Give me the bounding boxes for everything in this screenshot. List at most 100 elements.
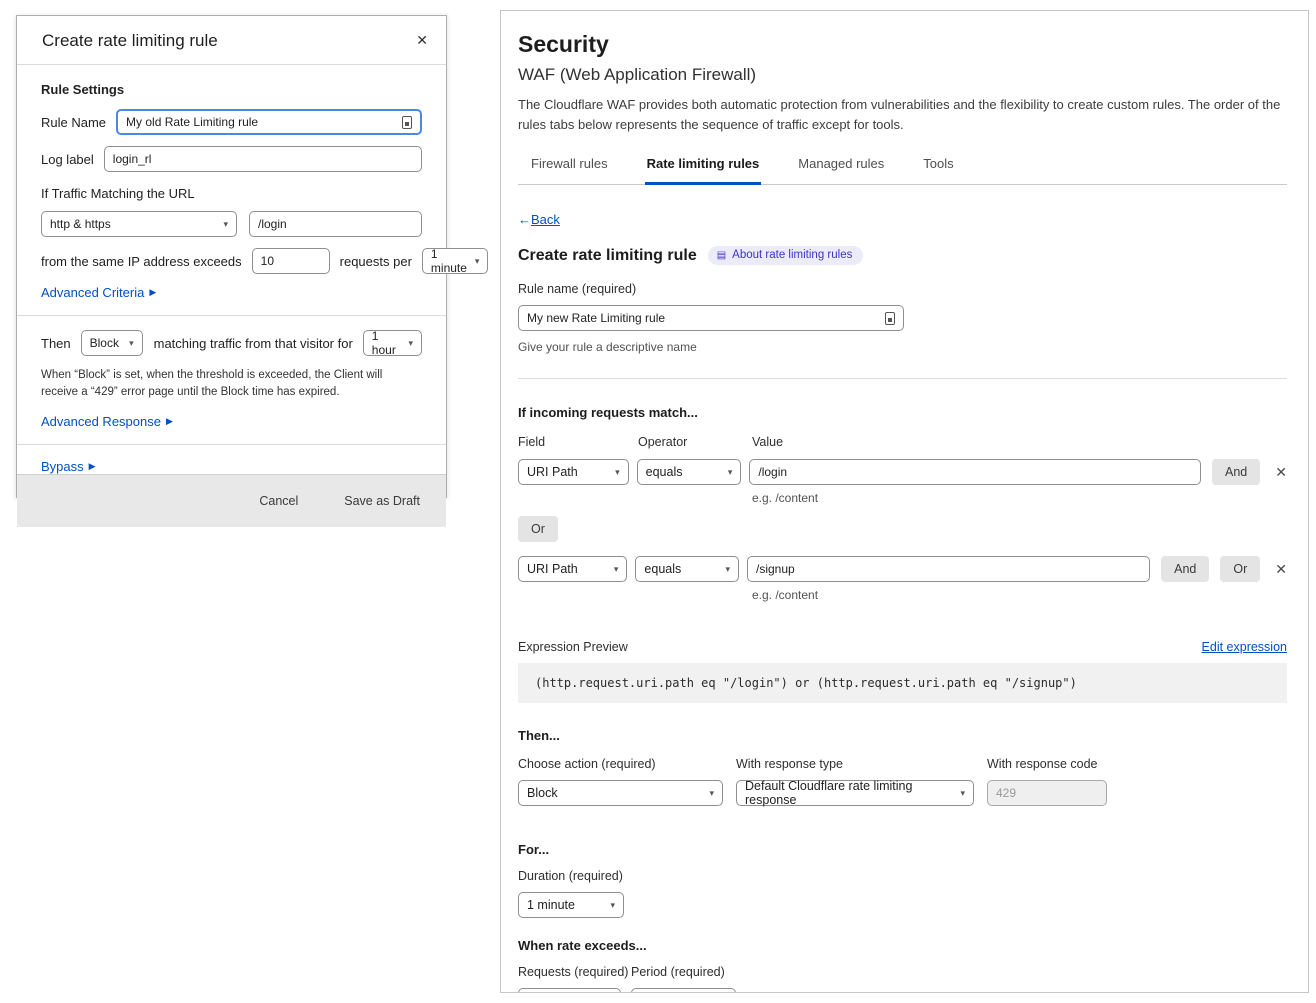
caret-down-icon: ▾ — [475, 256, 480, 267]
rate-period-select[interactable]: 1 minute ▾ — [631, 988, 736, 993]
value-input[interactable] — [756, 562, 1141, 576]
url-input[interactable] — [258, 217, 413, 231]
and-button[interactable]: And — [1212, 459, 1260, 485]
response-code-input — [996, 786, 1098, 800]
requests-field[interactable] — [518, 988, 621, 993]
operator-select[interactable]: equals ▾ — [637, 459, 742, 485]
divider — [17, 315, 446, 316]
advanced-criteria-label: Advanced Criteria — [41, 285, 144, 300]
then-columns: Choose action (required) Block ▾ With re… — [518, 757, 1287, 806]
action-select-value: Block — [527, 786, 558, 800]
cancel-button[interactable]: Cancel — [259, 494, 298, 508]
caret-down-icon: ▾ — [615, 467, 620, 478]
operator-select-value: equals — [646, 465, 683, 479]
period-select[interactable]: 1 minute ▾ — [422, 248, 489, 274]
tab-managed-rules[interactable]: Managed rules — [796, 150, 886, 185]
chevron-right-icon: ▶ — [149, 288, 156, 297]
period-label: Period (required) — [631, 965, 725, 979]
log-label-field[interactable] — [104, 146, 422, 172]
or-connector-row: Or — [518, 516, 1287, 542]
modal-body: Rule Settings Rule Name Log label If Tra… — [17, 65, 446, 474]
field-select[interactable]: URI Path ▾ — [518, 556, 627, 582]
block-note: When “Block” is set, when the threshold … — [41, 367, 421, 402]
bypass-link[interactable]: Bypass ▶ — [41, 459, 96, 474]
rule-name-help: Give your rule a descriptive name — [518, 340, 1287, 354]
value-field[interactable] — [749, 459, 1201, 485]
block-duration-select[interactable]: 1 hour ▾ — [363, 330, 422, 356]
expression-preview-header: Expression Preview Edit expression — [518, 640, 1287, 654]
page-canvas: Create rate limiting rule ✕ Rule Setting… — [0, 0, 1316, 1003]
tab-tools[interactable]: Tools — [921, 150, 955, 185]
caret-down-icon: ▾ — [614, 564, 619, 575]
advanced-response-link[interactable]: Advanced Response ▶ — [41, 414, 173, 429]
autofill-icon[interactable] — [885, 312, 895, 325]
modal-title: Create rate limiting rule — [42, 31, 218, 51]
autofill-icon[interactable] — [402, 116, 412, 129]
advanced-criteria-link[interactable]: Advanced Criteria ▶ — [41, 285, 156, 300]
about-rate-limiting-rules-badge[interactable]: ▤ About rate limiting rules — [708, 246, 864, 265]
page-subtitle: WAF (Web Application Firewall) — [518, 65, 1287, 85]
tab-rate-limiting-rules[interactable]: Rate limiting rules — [645, 150, 762, 185]
requests-count-field[interactable] — [252, 248, 330, 274]
or-button[interactable]: Or — [1220, 556, 1260, 582]
rate-column-labels: Requests (required) Period (required) — [518, 965, 1287, 979]
caret-down-icon: ▾ — [610, 900, 615, 911]
remove-condition-icon[interactable]: ✕ — [1275, 464, 1287, 481]
tab-firewall-rules[interactable]: Firewall rules — [529, 150, 610, 185]
edit-expression-link[interactable]: Edit expression — [1202, 640, 1287, 654]
waf-tabs: Firewall rules Rate limiting rules Manag… — [518, 150, 1287, 185]
rule-name-input[interactable] — [126, 115, 396, 129]
advanced-response-label: Advanced Response — [41, 414, 161, 429]
requests-count-input[interactable] — [261, 254, 321, 268]
log-label-label: Log label — [41, 152, 94, 167]
rule-name-label: Rule Name — [41, 115, 106, 130]
value-input[interactable] — [758, 465, 1192, 479]
response-code-label: With response code — [987, 757, 1107, 771]
log-label-input[interactable] — [113, 152, 413, 166]
about-badge-label: About rate limiting rules — [732, 249, 852, 261]
requests-label: Requests (required) — [518, 965, 631, 979]
divider — [17, 444, 446, 445]
remove-condition-icon[interactable]: ✕ — [1275, 561, 1287, 578]
url-field[interactable] — [249, 211, 422, 237]
then-text: Then — [41, 336, 71, 351]
close-icon[interactable]: ✕ — [412, 31, 432, 49]
scheme-select-value: http & https — [50, 217, 111, 231]
rule-settings-heading: Rule Settings — [41, 82, 422, 97]
response-type-value: Default Cloudflare rate limiting respons… — [745, 779, 952, 807]
condition-row-2: URI Path ▾ equals ▾ And Or ✕ — [518, 556, 1287, 582]
action-select[interactable]: Block ▾ — [518, 780, 723, 806]
caret-down-icon: ▾ — [709, 788, 714, 799]
scheme-select[interactable]: http & https ▾ — [41, 211, 237, 237]
rule-name-field[interactable] — [518, 305, 904, 331]
block-duration-value: 1 hour — [372, 329, 401, 357]
and-button[interactable]: And — [1161, 556, 1209, 582]
log-label-row: Log label — [41, 146, 422, 172]
threshold-row: from the same IP address exceeds request… — [41, 248, 422, 274]
field-select[interactable]: URI Path ▾ — [518, 459, 629, 485]
value-field[interactable] — [747, 556, 1150, 582]
or-connector-button[interactable]: Or — [518, 516, 558, 542]
caret-down-icon: ▾ — [408, 338, 413, 349]
rule-name-label: Rule name (required) — [518, 282, 1287, 296]
modal-header: Create rate limiting rule ✕ — [17, 16, 446, 65]
response-code-field — [987, 780, 1107, 806]
rule-name-input[interactable] — [527, 311, 879, 325]
divider — [518, 378, 1287, 379]
create-rule-heading: Create rate limiting rule — [518, 247, 697, 265]
duration-select[interactable]: 1 minute ▾ — [518, 892, 624, 918]
response-type-select[interactable]: Default Cloudflare rate limiting respons… — [736, 780, 974, 806]
field-column-label: Field — [518, 435, 638, 449]
response-code-column: With response code — [987, 757, 1107, 806]
action-select[interactable]: Block ▾ — [81, 330, 143, 356]
bypass-label: Bypass — [41, 459, 84, 474]
rule-name-field[interactable] — [116, 109, 422, 135]
back-link[interactable]: ←Back — [518, 212, 560, 227]
arrow-left-icon: ← — [518, 212, 531, 227]
action-label: Choose action (required) — [518, 757, 723, 771]
caret-down-icon: ▾ — [223, 219, 228, 230]
operator-select[interactable]: equals ▾ — [635, 556, 739, 582]
create-rate-limiting-rule-modal: Create rate limiting rule ✕ Rule Setting… — [16, 15, 447, 498]
save-as-draft-button[interactable]: Save as Draft — [344, 494, 420, 508]
value-column-label: Value — [752, 435, 783, 449]
